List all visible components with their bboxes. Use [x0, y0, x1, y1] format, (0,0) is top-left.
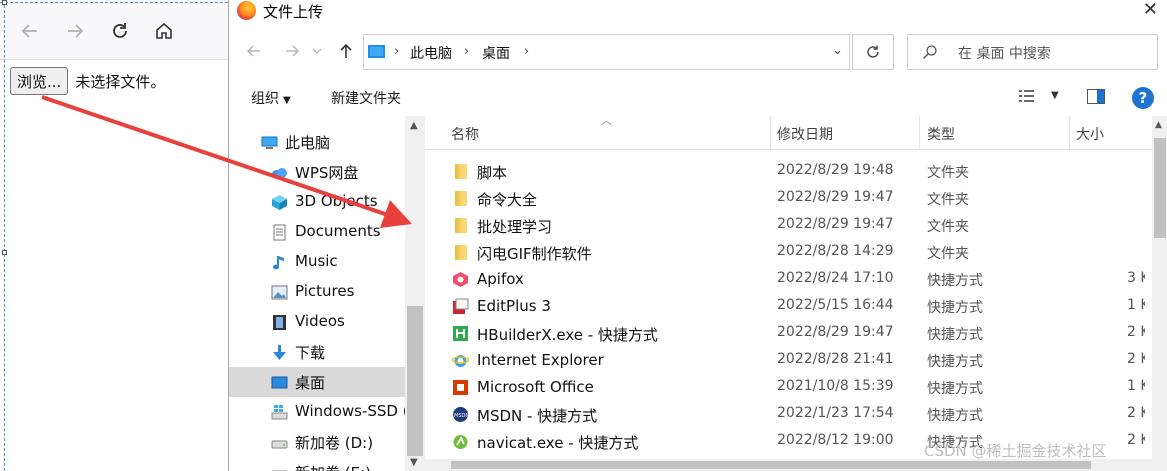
annotation-arrow-shaft — [41, 95, 389, 217]
annotation-arrow — [41, 95, 412, 228]
watermark: CSDN @稀土掘金技术社区 — [924, 442, 1107, 460]
